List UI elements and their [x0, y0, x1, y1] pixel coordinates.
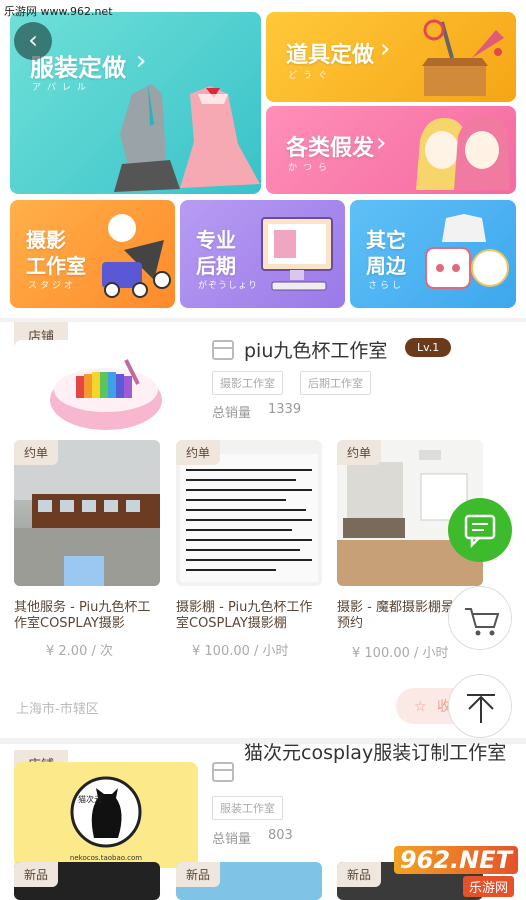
computer-illustration — [261, 217, 333, 291]
category-studio[interactable]: 摄影 工作室 スタジオ — [10, 200, 175, 308]
product-card-image[interactable]: 新品 — [14, 862, 160, 900]
category-wigs[interactable]: 各类假发 かつら › — [266, 106, 516, 194]
shop-category-chip: 后期工作室 — [300, 371, 371, 395]
chat-icon — [464, 514, 496, 549]
category-kana: かつら — [288, 163, 334, 173]
shop-name[interactable]: 猫次元cosplay服装订制工作室 — [244, 742, 514, 764]
item-tag: 新品 — [337, 862, 382, 887]
category-kana: スタジオ — [28, 281, 77, 291]
shop-category-chip: 服装工作室 — [212, 796, 283, 820]
merch-illustration — [425, 214, 509, 289]
item-tag: 约单 — [337, 440, 382, 465]
shop-name[interactable]: piu九色杯工作室 — [244, 336, 387, 363]
category-title-line2: 工作室 — [26, 254, 86, 278]
item-tag: 约单 — [176, 440, 221, 465]
category-title: 各类假发 — [286, 136, 375, 161]
category-title-line2: 周边 — [366, 254, 406, 278]
shop-thumbnail: nekocos.taobao.com 猫次元 — [14, 762, 198, 868]
store-icon — [212, 340, 234, 360]
sales-count: 803 — [268, 828, 293, 843]
item-price: ¥ 100.00 / 小时 — [352, 646, 449, 661]
chevron-right-icon: › — [380, 34, 391, 64]
sales-label: 总销量 — [212, 832, 252, 847]
category-title-line1: 摄影 — [26, 228, 66, 252]
item-price: ¥ 100.00 / 小时 — [192, 644, 289, 659]
cart-button[interactable] — [448, 586, 512, 650]
dress-illustration — [114, 84, 260, 192]
category-title-line2: 后期 — [196, 254, 236, 278]
category-merch[interactable]: 其它 周边 さらし — [350, 200, 516, 308]
sales-count: 1339 — [268, 402, 302, 417]
product-card-image[interactable]: 约单 — [14, 440, 160, 586]
watermark-sub: 乐游网 — [462, 876, 514, 897]
svg-text:nekocos.taobao.com: nekocos.taobao.com — [70, 854, 142, 862]
category-title: 道具定做 — [286, 43, 375, 68]
item-tag: 新品 — [14, 862, 59, 887]
category-title-line1: 专业 — [196, 228, 236, 252]
category-props[interactable]: 道具定做 どうぐ › — [266, 12, 516, 102]
props-illustration — [422, 19, 504, 96]
chat-button[interactable] — [448, 498, 512, 562]
shop-category-chip: 摄影工作室 — [212, 371, 283, 395]
scroll-top-icon — [467, 694, 495, 723]
item-title[interactable]: 摄影棚 - Piu九色杯工作室COSPLAY摄影棚 — [176, 600, 324, 632]
back-arrow-icon[interactable]: ‹ — [14, 22, 52, 60]
chevron-right-icon: › — [376, 128, 387, 158]
category-kana: がぞうしょり — [198, 281, 259, 291]
category-postprod[interactable]: 专业 后期 がぞうしょり — [180, 200, 345, 308]
shop-thumbnail — [14, 340, 198, 446]
watermark-brand: 962.NET — [393, 846, 518, 874]
category-title-line1: 其它 — [366, 228, 406, 252]
scroll-top-button[interactable] — [448, 674, 512, 738]
category-kana: さらし — [368, 281, 405, 291]
wig-illustration — [416, 115, 510, 190]
star-icon: ☆ — [414, 699, 427, 715]
cart-icon — [465, 608, 500, 636]
store-icon — [212, 762, 234, 782]
category-grid: ‹ 服装定做 アパレル › 道具定做 どうぐ › 各类假发 かつら › 摄影 工… — [0, 0, 526, 318]
rainbow-cup-illustration — [50, 359, 162, 430]
item-tag: 新品 — [176, 862, 221, 887]
category-kana: どうぐ — [288, 71, 334, 81]
sales-label: 总销量 — [212, 406, 252, 421]
watermark-text: 乐游网 www.962.net — [4, 5, 113, 18]
product-card-image[interactable]: 新品 — [176, 862, 322, 900]
item-tag: 约单 — [14, 440, 59, 465]
item-price: ¥ 2.00 / 次 — [46, 644, 113, 659]
category-kana: アパレル — [32, 83, 92, 93]
product-card-image[interactable]: 约单 — [176, 440, 322, 586]
logo-text: 猫次元 — [78, 794, 102, 804]
item-title[interactable]: 其他服务 - Piu九色杯工作室COSPLAY摄影 — [14, 600, 162, 632]
level-badge: Lv.1 — [405, 338, 452, 357]
shop-location: 上海市-市辖区 — [16, 702, 99, 717]
black-cat-logo: nekocos.taobao.com 猫次元 — [70, 776, 142, 862]
camera-illustration — [102, 214, 171, 298]
watermark-logo: 962.NET 乐游网 — [393, 844, 522, 898]
